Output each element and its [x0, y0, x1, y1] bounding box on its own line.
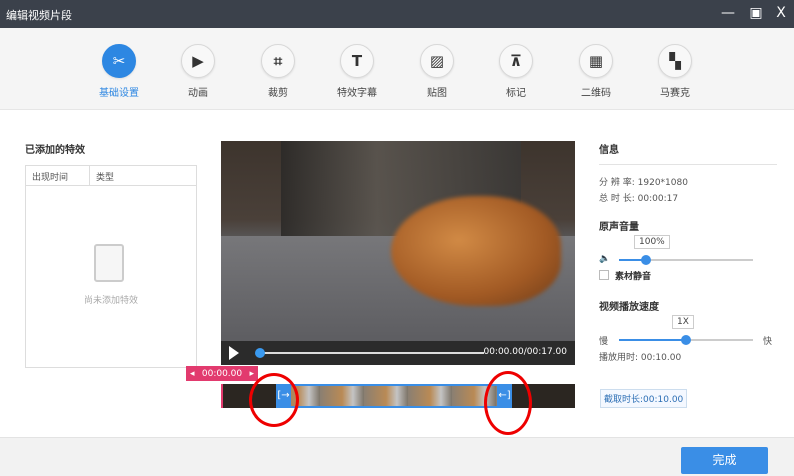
speed-title: 视频播放速度 — [599, 302, 659, 313]
speed-knob[interactable] — [681, 335, 691, 345]
text-icon: T — [340, 44, 374, 78]
empty-text: 尚未添加特效 — [83, 296, 138, 306]
marker-next-icon[interactable]: ▸ — [249, 369, 254, 379]
tab-4[interactable]: ▨ 贴图 — [402, 44, 472, 99]
resolution-value: 1920*1080 — [637, 178, 688, 188]
crop-icon: ⌗ — [261, 44, 295, 78]
volume-slider[interactable] — [619, 255, 753, 265]
info-title: 信息 — [599, 145, 619, 156]
volume-tooltip: 100% — [634, 235, 670, 249]
tab-3[interactable]: T 特效字幕 — [322, 44, 392, 99]
trim-end-handle[interactable]: ←] — [497, 384, 512, 408]
tab-6[interactable]: ▦ 二维码 — [561, 44, 631, 99]
duration-row: 总 时 长: 00:00:17 — [599, 191, 678, 204]
speaker-icon: 🔈 — [599, 254, 611, 264]
effects-table-header: 出现时间 类型 — [26, 166, 196, 186]
duration-label: 总 时 长: — [599, 194, 635, 204]
tab-5[interactable]: ⊼ 标记 — [481, 44, 551, 99]
trim-start-handle[interactable]: [→ — [276, 384, 291, 408]
close-button[interactable]: X — [772, 4, 790, 22]
mute-label: 素材静音 — [615, 272, 652, 282]
mosaic-icon: ▚ — [658, 44, 692, 78]
seek-knob[interactable] — [255, 348, 265, 358]
video-preview[interactable]: 00:00.00/00:17.00 — [221, 141, 575, 365]
playhead-marker[interactable]: ◂ 00:00.00 ▸ — [186, 366, 258, 381]
play-time-row: 播放用时: 00:10.00 — [599, 350, 681, 363]
tab-toolbar: ✂ 基础设置 ▶ 动画 ⌗ 裁剪 T 特效字幕 ▨ 贴图 ⊼ 标记 ▦ 二维码 ▚ 马赛克 — [0, 28, 794, 110]
duration-value: 00:00:17 — [637, 194, 679, 204]
tab-0[interactable]: ✂ 基础设置 — [84, 44, 154, 99]
marker-prev-icon[interactable]: ◂ — [190, 369, 195, 379]
empty-document-icon — [94, 244, 124, 282]
video-frame-dog — [391, 196, 561, 306]
play-button[interactable] — [229, 346, 239, 360]
tab-label: 标记 — [506, 88, 526, 99]
tab-label: 动画 — [188, 88, 208, 99]
slow-label: 慢 — [599, 337, 609, 347]
title-bar: 编辑视频片段 — ▣ X — [0, 0, 794, 28]
scissors-icon: ✂ — [102, 44, 136, 78]
tab-7[interactable]: ▚ 马赛克 — [640, 44, 710, 99]
animation-icon: ▶ — [181, 44, 215, 78]
minimize-button[interactable]: — — [719, 4, 737, 22]
effects-table: 出现时间 类型 尚未添加特效 — [25, 165, 197, 368]
effects-title: 已添加的特效 — [25, 145, 85, 156]
timeline-strip[interactable]: [→ ←] — [221, 384, 575, 408]
seek-bar[interactable] — [255, 348, 484, 358]
volume-knob[interactable] — [640, 255, 651, 265]
pin-icon: ⊼ — [499, 44, 533, 78]
player-controls: 00:00.00/00:17.00 — [221, 341, 575, 365]
resolution-row: 分 辨 率: 1920*1080 — [599, 175, 688, 188]
play-time-label: 播放用时: — [599, 353, 639, 363]
selected-range — [276, 384, 512, 408]
footer: 完成 — [0, 437, 794, 476]
play-time-value: 00:10.00 — [640, 353, 682, 363]
marker-time: 00:00.00 — [201, 368, 243, 379]
tab-2[interactable]: ⌗ 裁剪 — [243, 44, 313, 99]
tab-label: 贴图 — [427, 88, 447, 99]
fast-label: 快 — [763, 337, 773, 347]
divider — [599, 164, 777, 165]
window-title: 编辑视频片段 — [6, 9, 72, 22]
mute-checkbox[interactable] — [599, 270, 609, 280]
time-display: 00:00.00/00:17.00 — [483, 347, 567, 357]
qrcode-icon: ▦ — [579, 44, 613, 78]
done-button[interactable]: 完成 — [681, 447, 768, 474]
tab-1[interactable]: ▶ 动画 — [163, 44, 233, 99]
speed-slider[interactable] — [619, 335, 753, 345]
column-time: 出现时间 — [26, 166, 90, 185]
resolution-label: 分 辨 率: — [599, 178, 635, 188]
tab-label: 马赛克 — [660, 88, 690, 99]
speed-tooltip: 1X — [672, 315, 694, 329]
tab-label: 特效字幕 — [337, 88, 377, 99]
maximize-button[interactable]: ▣ — [747, 4, 765, 22]
tab-label: 基础设置 — [99, 88, 139, 99]
column-type: 类型 — [96, 173, 115, 183]
tab-label: 裁剪 — [268, 88, 288, 99]
volume-title: 原声音量 — [599, 222, 639, 233]
clip-duration-label: 截取时长:00:10.00 — [600, 389, 688, 408]
image-icon: ▨ — [420, 44, 454, 78]
tab-label: 二维码 — [581, 88, 611, 99]
